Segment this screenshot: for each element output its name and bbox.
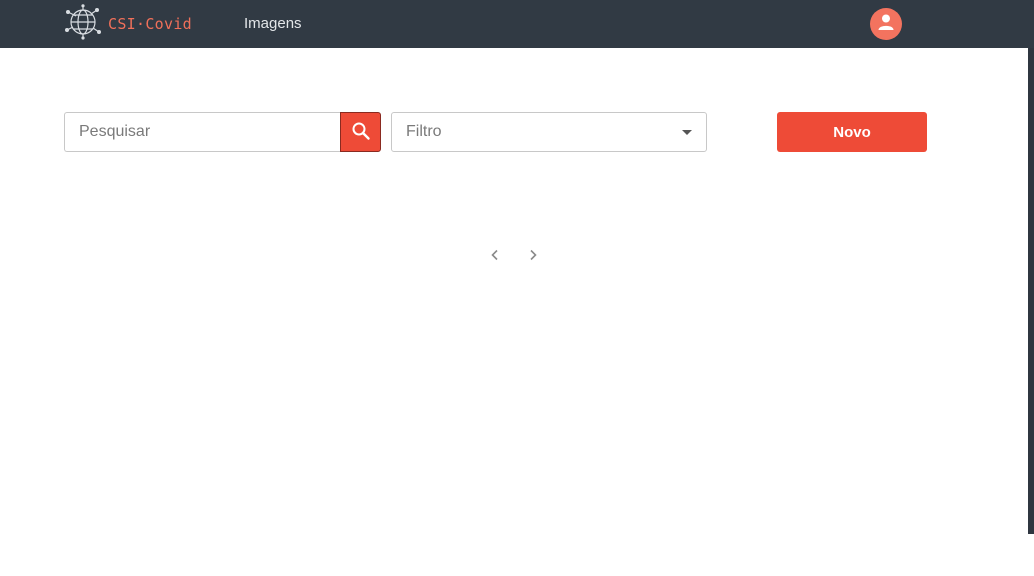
user-avatar-button[interactable] [870, 8, 902, 40]
pagination-next-button[interactable] [524, 248, 542, 266]
user-avatar-icon [876, 12, 896, 37]
nav-link-imagens[interactable]: Imagens [244, 15, 302, 32]
search-button[interactable] [340, 112, 381, 152]
new-button[interactable]: Novo [777, 112, 927, 152]
top-navbar: CSI·Covid Imagens [0, 0, 1034, 48]
chevron-right-icon [528, 248, 538, 266]
brand-logo[interactable]: CSI·Covid [64, 3, 192, 45]
network-globe-icon [64, 3, 102, 45]
filter-placeholder: Filtro [406, 123, 442, 140]
search-input[interactable] [64, 112, 342, 152]
search-icon [351, 121, 371, 144]
caret-down-icon [682, 129, 692, 135]
chevron-left-icon [490, 248, 500, 266]
scrollbar[interactable] [1028, 48, 1034, 534]
pagination-prev-button[interactable] [486, 248, 504, 266]
filter-select[interactable]: Filtro [391, 112, 707, 152]
brand-name: CSI·Covid [108, 15, 192, 33]
